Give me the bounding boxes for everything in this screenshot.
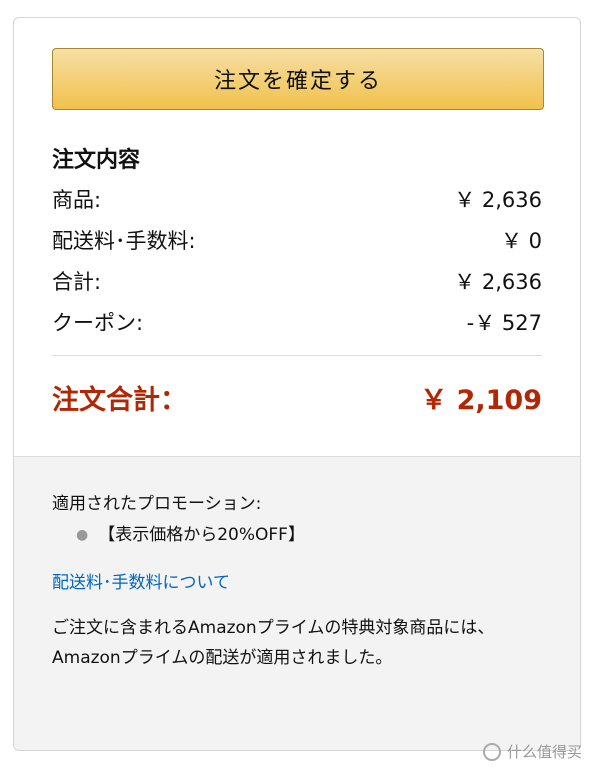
watermark: 什么值得买 [482, 741, 582, 762]
shipping-label: 配送料･手数料: [52, 228, 196, 253]
order-summary-box: 注文を確定する 注文内容 商品: ￥ 2,636 配送料･手数料: ￥ 0 合計… [13, 17, 581, 751]
promotions-panel: 適用されたプロモーション: ● 【表示価格から20%OFF】 配送料･手数料につ… [14, 456, 580, 750]
promotion-item: ● 【表示価格から20%OFF】 [76, 522, 542, 548]
shipping-value: ￥ 0 [500, 228, 542, 253]
promotion-item-label: 【表示価格から20%OFF】 [98, 525, 305, 545]
watermark-text: 什么值得买 [506, 743, 582, 761]
order-total-row: 注文合計： ￥ 2,109 [52, 356, 542, 438]
subtotal-value: ￥ 2,636 [454, 269, 542, 294]
order-total-label: 注文合計： [52, 384, 187, 416]
shipping-fees-link[interactable]: 配送料･手数料について [52, 568, 230, 593]
prime-note: ご注文に含まれるAmazonプライムの特典対象商品には、Amazonプライムの配… [52, 618, 495, 668]
coupon-row: クーポン: -￥ 527 [52, 301, 542, 342]
subtotal-label: 合計: [52, 269, 102, 294]
order-total-value: ￥ 2,109 [420, 384, 542, 416]
bullet-icon: ● [76, 527, 89, 543]
subtotal-row: 合計: ￥ 2,636 [52, 260, 542, 301]
shipping-row: 配送料･手数料: ￥ 0 [52, 219, 542, 260]
coupon-label: クーポン: [52, 310, 144, 335]
place-order-button[interactable]: 注文を確定する [52, 48, 544, 110]
order-summary-top: 注文を確定する 注文内容 商品: ￥ 2,636 配送料･手数料: ￥ 0 合計… [14, 18, 580, 438]
watermark-logo-icon [482, 742, 501, 761]
order-summary-rows: 商品: ￥ 2,636 配送料･手数料: ￥ 0 合計: ￥ 2,636 クーポ… [52, 178, 542, 342]
items-value: ￥ 2,636 [454, 187, 542, 212]
coupon-value: -￥ 527 [466, 310, 542, 335]
promotions-heading: 適用されたプロモーション: [52, 494, 262, 514]
order-summary-title: 注文内容 [52, 148, 141, 173]
items-label: 商品: [52, 187, 102, 212]
promotions-list: ● 【表示価格から20%OFF】 [52, 522, 542, 548]
items-row: 商品: ￥ 2,636 [52, 178, 542, 219]
